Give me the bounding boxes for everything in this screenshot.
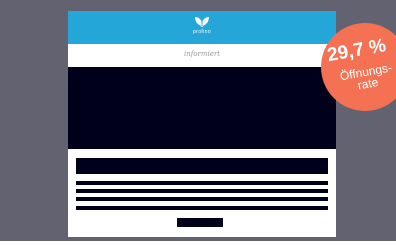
body-line-3 — [76, 197, 328, 201]
hero-image-block — [68, 67, 336, 149]
open-rate-label: Öffnungs- rate — [332, 60, 396, 95]
cta-button-placeholder — [177, 218, 223, 227]
butterfly-logo-icon — [195, 17, 209, 27]
email-header: profino — [68, 11, 336, 44]
subheader-text: informiert — [183, 50, 221, 58]
open-rate-badge: 29,7 % Öffnungs- rate — [321, 23, 396, 111]
open-rate-badge-content: 29,7 % Öffnungs- rate — [321, 23, 396, 111]
brand-name: profino — [192, 29, 212, 35]
headline-placeholder — [76, 158, 328, 174]
screenshot-stage: profino informiert 29,7 % Öffnungs- rate — [0, 0, 396, 245]
body-line-1 — [76, 181, 328, 185]
brand-logo: profino — [68, 16, 336, 35]
canvas-background: profino informiert 29,7 % Öffnungs- rate — [0, 0, 396, 241]
body-line-4 — [76, 206, 328, 210]
email-subheader: informiert — [68, 44, 336, 65]
email-preview: profino informiert — [68, 11, 336, 237]
body-line-2 — [76, 189, 328, 193]
